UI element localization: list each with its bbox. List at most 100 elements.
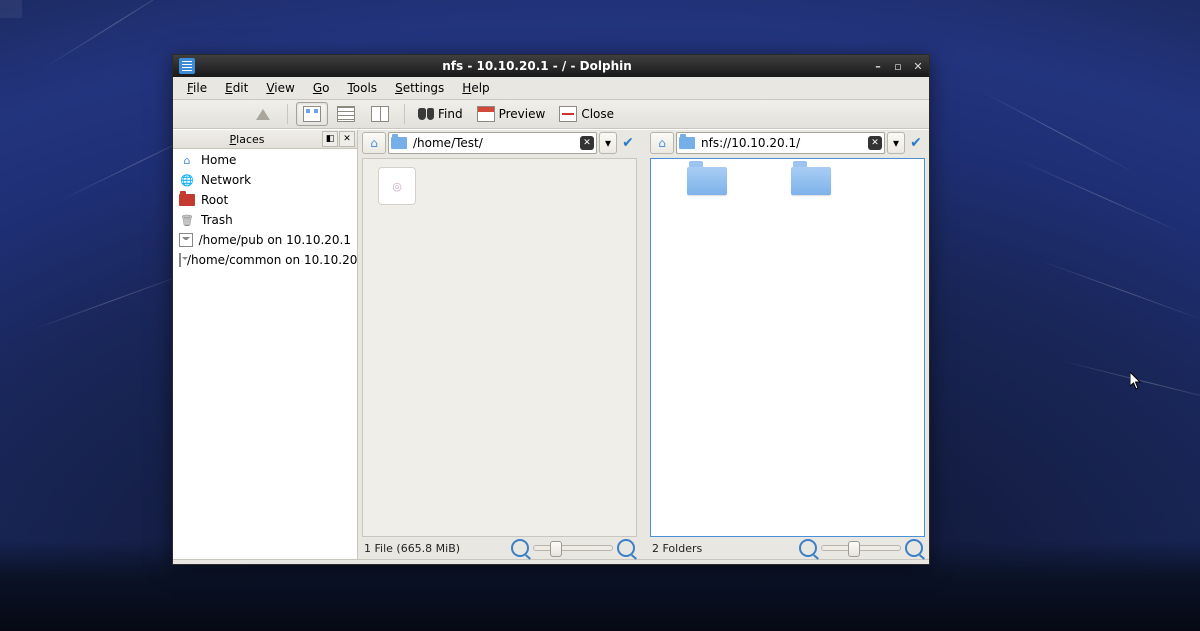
location-field[interactable]: ✕ [676, 132, 885, 154]
location-input[interactable] [411, 135, 576, 151]
zoom-controls [511, 539, 635, 557]
go-home-button[interactable]: ⌂ [362, 132, 386, 154]
status-text: 2 Folders [652, 542, 702, 555]
menu-go[interactable]: Go [305, 79, 338, 97]
window-footer [173, 559, 929, 564]
close-window-button[interactable]: ✕ [911, 59, 925, 73]
location-go-button[interactable]: ✔ [907, 133, 925, 153]
details-view-icon [337, 106, 355, 122]
preview-button[interactable]: Preview [472, 102, 551, 126]
menu-edit[interactable]: Edit [217, 79, 256, 97]
folder-icon [791, 167, 831, 195]
menu-view[interactable]: View [258, 79, 302, 97]
forward-button[interactable] [213, 102, 245, 126]
trash-icon: 🗑 [179, 213, 195, 227]
bg-streak [980, 90, 1139, 175]
bg-streak [1040, 260, 1200, 323]
titlebar[interactable]: nfs - 10.10.20.1 - / - Dolphin – ▫ ✕ [173, 55, 929, 77]
places-close-button[interactable]: ✕ [339, 131, 355, 147]
menu-bar: File Edit View Go Tools Settings Help [173, 77, 929, 100]
close-split-button[interactable]: Close [554, 102, 619, 126]
location-go-button[interactable]: ✔ [619, 133, 637, 153]
clear-location-button[interactable]: ✕ [580, 136, 594, 150]
location-bar-left: ⌂ ✕ ▾ ✔ [362, 132, 637, 154]
place-network[interactable]: 🌐 Network [173, 170, 357, 190]
find-button[interactable]: Find [413, 102, 468, 126]
file-view-right[interactable] [650, 158, 925, 537]
desktop-corner [0, 0, 22, 18]
places-panel: Places ◧ ✕ ⌂ Home 🌐 Network Root 🗑 [173, 130, 358, 559]
menu-tools[interactable]: Tools [339, 79, 385, 97]
binoculars-icon [418, 108, 434, 120]
mount-icon [179, 253, 181, 267]
menu-help[interactable]: Help [454, 79, 497, 97]
zoom-in-button[interactable] [617, 539, 635, 557]
zoom-slider[interactable] [533, 545, 613, 551]
pane-right: ⌂ ✕ ▾ ✔ [646, 130, 929, 559]
network-icon: 🌐 [179, 173, 195, 187]
folder-item[interactable] [785, 167, 837, 195]
file-view-left[interactable]: ◎ [362, 158, 637, 537]
places-header: Places ◧ ✕ [173, 130, 357, 149]
status-bar-left: 1 File (665.8 MiB) [362, 537, 637, 559]
disc-image-icon: ◎ [378, 167, 416, 205]
toolbar-separator [287, 104, 288, 124]
place-label: Network [201, 173, 251, 187]
bg-streak [1060, 360, 1200, 405]
status-text: 1 File (665.8 MiB) [364, 542, 460, 555]
place-label: Trash [201, 213, 233, 227]
minimize-button[interactable]: – [871, 59, 885, 73]
zoom-controls [799, 539, 923, 557]
place-root[interactable]: Root [173, 190, 357, 210]
clear-location-button[interactable]: ✕ [868, 136, 882, 150]
home-icon: ⌂ [179, 153, 195, 167]
folder-icon [391, 137, 407, 149]
place-mount-pub[interactable]: /home/pub on 10.10.20.1 [173, 230, 357, 250]
mount-icon [179, 233, 193, 247]
zoom-slider[interactable] [821, 545, 901, 551]
places-undock-button[interactable]: ◧ [322, 131, 338, 147]
folder-item[interactable] [681, 167, 733, 195]
app-icon [179, 58, 195, 74]
zoom-in-button[interactable] [905, 539, 923, 557]
icons-view-icon [303, 106, 321, 122]
back-button[interactable] [179, 102, 211, 126]
view-columns-button[interactable] [364, 102, 396, 126]
toolbar-separator [404, 104, 405, 124]
folder-icon [679, 137, 695, 149]
close-icon [559, 106, 577, 122]
zoom-out-button[interactable] [799, 539, 817, 557]
status-bar-right: 2 Folders [650, 537, 925, 559]
place-home[interactable]: ⌂ Home [173, 150, 357, 170]
folder-icon [687, 167, 727, 195]
pane-left: ⌂ ✕ ▾ ✔ ◎ 1 File (665.8 MiB) [358, 130, 641, 559]
view-details-button[interactable] [330, 102, 362, 126]
bg-streak [40, 0, 193, 71]
location-history-button[interactable]: ▾ [599, 132, 617, 154]
window-title: nfs - 10.10.20.1 - / - Dolphin [442, 59, 632, 73]
zoom-out-button[interactable] [511, 539, 529, 557]
maximize-button[interactable]: ▫ [891, 59, 905, 73]
toolbar: Find Preview Close [173, 100, 929, 129]
menu-settings[interactable]: Settings [387, 79, 452, 97]
preview-icon [477, 106, 495, 122]
arrow-up-icon [256, 109, 270, 120]
columns-view-icon [371, 106, 389, 122]
dolphin-window: nfs - 10.10.20.1 - / - Dolphin – ▫ ✕ Fil… [172, 54, 930, 565]
location-field[interactable]: ✕ [388, 132, 597, 154]
bg-streak [1020, 160, 1185, 234]
location-input[interactable] [699, 135, 864, 151]
menu-file[interactable]: File [179, 79, 215, 97]
place-label: /home/pub on 10.10.20.1 [199, 233, 351, 247]
place-label: Root [201, 193, 228, 207]
place-label: Home [201, 153, 236, 167]
go-home-button[interactable]: ⌂ [650, 132, 674, 154]
root-folder-icon [179, 194, 195, 206]
place-label: /home/common on 10.10.20.1 [187, 253, 357, 267]
location-history-button[interactable]: ▾ [887, 132, 905, 154]
up-button[interactable] [247, 102, 279, 126]
view-icons-button[interactable] [296, 102, 328, 126]
place-trash[interactable]: 🗑 Trash [173, 210, 357, 230]
file-item[interactable]: ◎ [371, 167, 423, 205]
place-mount-common[interactable]: /home/common on 10.10.20.1 [173, 250, 357, 270]
